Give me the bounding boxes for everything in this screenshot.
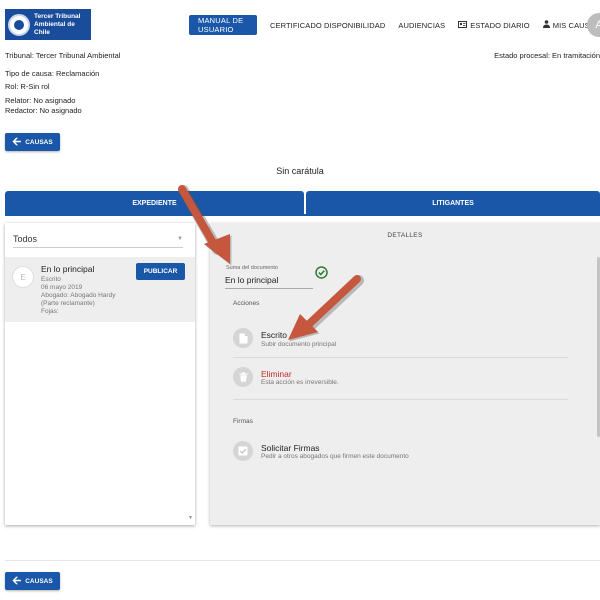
checkbox-icon	[233, 441, 253, 461]
tipo-causa: Tipo de causa: Reclamación	[5, 69, 100, 78]
document-icon	[233, 328, 253, 348]
manual-usuario-button[interactable]: MANUAL DE USUARIO	[189, 15, 257, 35]
filter-select[interactable]: Todos ▼	[13, 230, 183, 248]
escrito-title: Escrito	[261, 330, 287, 340]
suma-input[interactable]: En lo principal	[225, 275, 313, 289]
divider	[233, 399, 568, 400]
divider	[233, 357, 568, 358]
scroll-down-icon[interactable]: ▼	[188, 515, 193, 521]
nav-menu: MANUAL DE USUARIO CERTIFICADO DISPONIBIL…	[189, 15, 600, 35]
relator: Relator: No asignado	[5, 96, 76, 105]
navbar: Tercer Tribunal Ambiental de Chile MANUA…	[0, 0, 600, 50]
eliminar-title: Eliminar	[261, 369, 292, 379]
back-arrow-icon: 🡨	[12, 574, 22, 587]
firmas-section-title: Firmas	[233, 418, 253, 425]
list-item[interactable]: E En lo principal Escrito 06 mayo 2019 A…	[5, 257, 195, 322]
escrito-subtitle: Subir documento principal	[261, 341, 337, 348]
documents-list-panel: Todos ▼ E En lo principal Escrito 06 may…	[5, 223, 195, 525]
publicar-button[interactable]: PUBLICAR	[136, 263, 185, 280]
back-arrow-icon: 🡨	[12, 135, 22, 148]
tribunal-logo[interactable]: Tercer Tribunal Ambiental de Chile	[5, 9, 91, 40]
document-date: 06 mayo 2019	[41, 284, 83, 291]
document-title: En lo principal	[41, 264, 95, 274]
chevron-down-icon: ▼	[177, 235, 183, 242]
logo-text: Tercer Tribunal Ambiental de Chile	[34, 13, 91, 37]
seal-icon	[8, 13, 30, 36]
suma-label: Suma del documento	[226, 265, 278, 271]
document-fojas: Fojas:	[41, 308, 59, 315]
back-causas-button[interactable]: 🡨 CAUSAS	[5, 133, 60, 151]
audiencias-label: AUDIENCIAS	[398, 20, 446, 30]
case-title: Sin carátula	[276, 166, 324, 176]
solicitar-firmas-title: Solicitar Firmas	[261, 443, 320, 453]
audiencias-link[interactable]: AUDIENCIAS	[398, 21, 445, 30]
certificado-link[interactable]: CERTIFICADO DISPONIBILIDAD	[270, 21, 385, 30]
causas-label: CAUSAS	[25, 577, 53, 585]
details-panel: DETALLES Suma del documento En lo princi…	[210, 223, 600, 525]
causas-label: CAUSAS	[25, 138, 53, 146]
filter-selected-value: Todos	[13, 233, 38, 244]
newspaper-icon	[458, 20, 468, 30]
eliminar-subtitle: Esta acción es irreversible.	[261, 379, 339, 386]
logo-line1: Tercer Tribunal	[34, 12, 81, 20]
document-role: (Parte reclamante)	[41, 300, 95, 307]
tribunal-info: Tribunal: Tercer Tribunal Ambiental	[5, 51, 121, 60]
tab-litigantes[interactable]: LITIGANTES	[306, 191, 600, 215]
document-author: Abogado: Abogado Hardy	[41, 292, 116, 299]
estado-diario-link[interactable]: ESTADO DIARIO	[458, 20, 530, 30]
back-causas-button-bottom[interactable]: 🡨 CAUSAS	[5, 572, 60, 590]
details-header: DETALLES	[387, 232, 423, 239]
trash-icon	[233, 367, 253, 387]
check-circle-icon	[315, 266, 328, 279]
divider	[5, 560, 600, 561]
logo-line2: Ambiental de Chile	[34, 20, 75, 36]
estado-procesal: Estado procesal: En tramitación	[494, 51, 600, 60]
certificado-label: CERTIFICADO DISPONIBILIDAD	[269, 20, 386, 30]
person-icon	[542, 20, 550, 30]
solicitar-firmas-subtitle: Pedir a otros abogados que firmen este d…	[261, 453, 409, 460]
rol: Rol: R-Sin rol	[5, 82, 50, 91]
document-type: Escrito	[41, 276, 61, 283]
acciones-section-title: Acciones	[233, 300, 260, 307]
estado-diario-label: ESTADO DIARIO	[470, 20, 530, 30]
redactor: Redactor: No asignado	[5, 106, 82, 115]
tab-underline	[5, 214, 600, 216]
tab-expediente[interactable]: EXPEDIENTE	[5, 191, 304, 215]
document-avatar-icon: E	[12, 266, 34, 288]
